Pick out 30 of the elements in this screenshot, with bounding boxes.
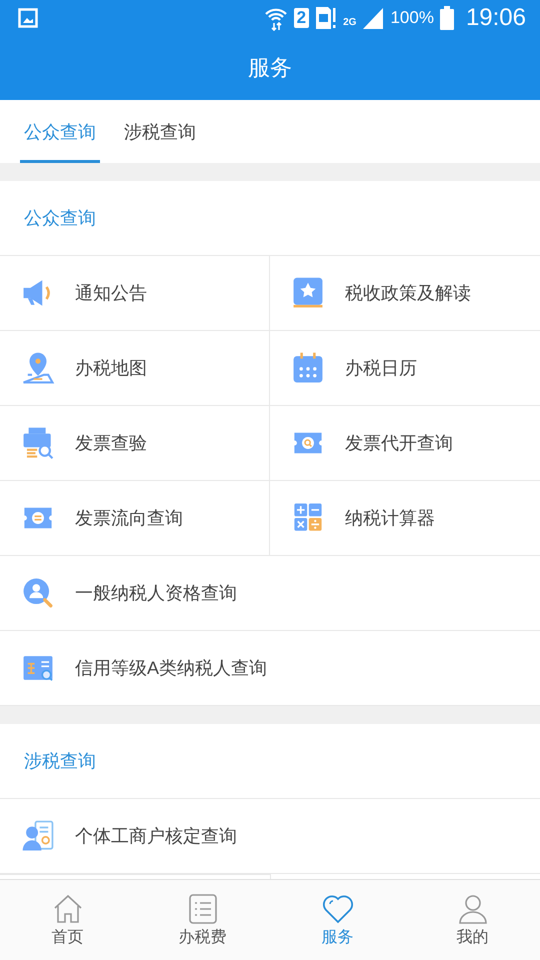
heart-icon xyxy=(322,892,354,924)
service-item[interactable]: 办税地图 xyxy=(0,331,270,406)
service-item[interactable]: 发票查验 xyxy=(0,406,270,481)
nav-tab[interactable]: 首页 xyxy=(0,880,135,960)
book-star-icon xyxy=(291,276,325,310)
tab[interactable]: 公众查询 xyxy=(20,100,100,163)
service-item[interactable]: 通知公告 xyxy=(0,256,270,331)
list-icon xyxy=(186,892,218,924)
sim-number: 2 xyxy=(294,8,310,28)
network-type: 2G xyxy=(343,17,356,28)
nav-tab[interactable]: 办税费 xyxy=(135,880,270,960)
section-title: 涉税查询 xyxy=(24,750,96,773)
signal-icon xyxy=(362,7,384,29)
person-icon xyxy=(456,892,488,924)
home-icon xyxy=(52,892,84,924)
nav-tab[interactable]: 我的 xyxy=(405,880,540,960)
person-search-icon xyxy=(21,576,55,610)
printer-search-icon xyxy=(21,426,55,460)
battery-percent: 100% xyxy=(390,8,434,28)
service-item[interactable]: 发票流向查询 xyxy=(0,481,270,556)
calendar-icon xyxy=(291,351,325,385)
page-title: 服务 xyxy=(248,54,292,82)
tab[interactable]: 涉税查询 xyxy=(120,100,200,163)
person-document-icon xyxy=(21,819,55,853)
image-icon xyxy=(18,8,38,28)
sim-card-icon xyxy=(315,6,338,30)
section-title: 公众查询 xyxy=(24,207,96,230)
map-pin-icon xyxy=(21,351,55,385)
battery-icon xyxy=(440,6,454,30)
clock: 19:06 xyxy=(466,4,526,32)
